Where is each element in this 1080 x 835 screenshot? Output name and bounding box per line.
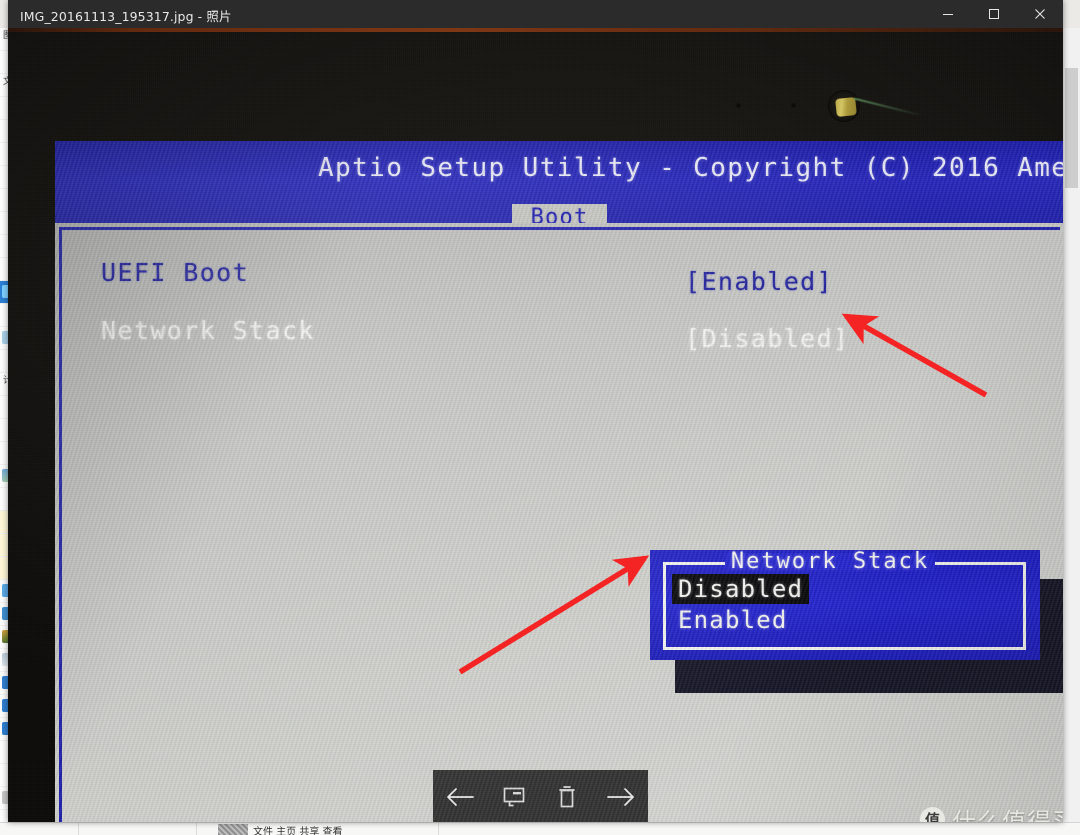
scrollbar-thumb[interactable]: [1065, 68, 1078, 188]
watermark-logo: 值: [920, 807, 945, 822]
webcam-glint: [835, 97, 857, 117]
maximize-button[interactable]: [971, 0, 1017, 28]
minimize-icon: [943, 14, 953, 15]
dialog-option-enabled[interactable]: Enabled: [672, 605, 794, 635]
arrow-right-icon: [607, 788, 634, 806]
taskbar-label: 文件 主页 共享 查看: [253, 827, 343, 835]
bezel-top-reflection: [8, 28, 1063, 32]
bios-header-bar: Aptio Setup Utility - Copyright (C) 2016…: [55, 141, 1063, 230]
previous-button[interactable]: [440, 777, 480, 817]
dialog-title: Network Stack: [730, 549, 930, 574]
photo-toolbar: [433, 770, 648, 822]
photos-window: IMG_20161113_195317.jpg - 照片 Aptio Setup…: [8, 0, 1063, 822]
setting-label-uefi-boot: UEFI Boot: [101, 258, 250, 287]
microphone-hole-icon: [736, 103, 741, 108]
setting-value-uefi-boot[interactable]: [Enabled]: [685, 267, 833, 296]
dialog-option-disabled[interactable]: Disabled: [672, 574, 810, 604]
window-title: IMG_20161113_195317.jpg - 照片: [20, 9, 232, 24]
screen-root: 图 文 计: [0, 0, 1080, 835]
trash-icon: [559, 786, 576, 808]
background-taskbar: 文件 主页 共享 查看: [0, 822, 1080, 835]
watermark-text: 什么值得买: [952, 808, 1063, 822]
comment-button[interactable]: [494, 777, 534, 817]
setting-label-network-stack: Network Stack: [101, 316, 315, 345]
close-icon: [1035, 9, 1045, 19]
close-button[interactable]: [1017, 0, 1063, 28]
delete-button[interactable]: [547, 777, 587, 817]
taskbar-thumbnail: [218, 824, 248, 835]
comment-icon: [503, 787, 524, 807]
microphone-hole-icon: [791, 103, 796, 108]
background-scrollbar[interactable]: [1062, 28, 1080, 835]
window-titlebar[interactable]: IMG_20161113_195317.jpg - 照片: [8, 0, 1063, 28]
setting-value-network-stack[interactable]: [Disabled]: [685, 324, 850, 353]
watermark: 值 什么值得买: [920, 802, 1063, 822]
window-controls: [925, 0, 1063, 28]
photo-viewport[interactable]: Aptio Setup Utility - Copyright (C) 2016…: [8, 28, 1063, 822]
minimize-button[interactable]: [925, 0, 971, 28]
network-stack-dialog: Network Stack Disabled Enabled: [650, 549, 1040, 660]
maximize-icon: [989, 9, 999, 19]
bios-header-title: Aptio Setup Utility - Copyright (C) 2016…: [318, 153, 1063, 183]
arrow-left-icon: [447, 788, 474, 806]
photo-image: Aptio Setup Utility - Copyright (C) 2016…: [8, 28, 1063, 822]
bios-screen: Aptio Setup Utility - Copyright (C) 2016…: [55, 141, 1063, 822]
next-button[interactable]: [601, 777, 641, 817]
webcam-light-streak: [853, 97, 923, 117]
